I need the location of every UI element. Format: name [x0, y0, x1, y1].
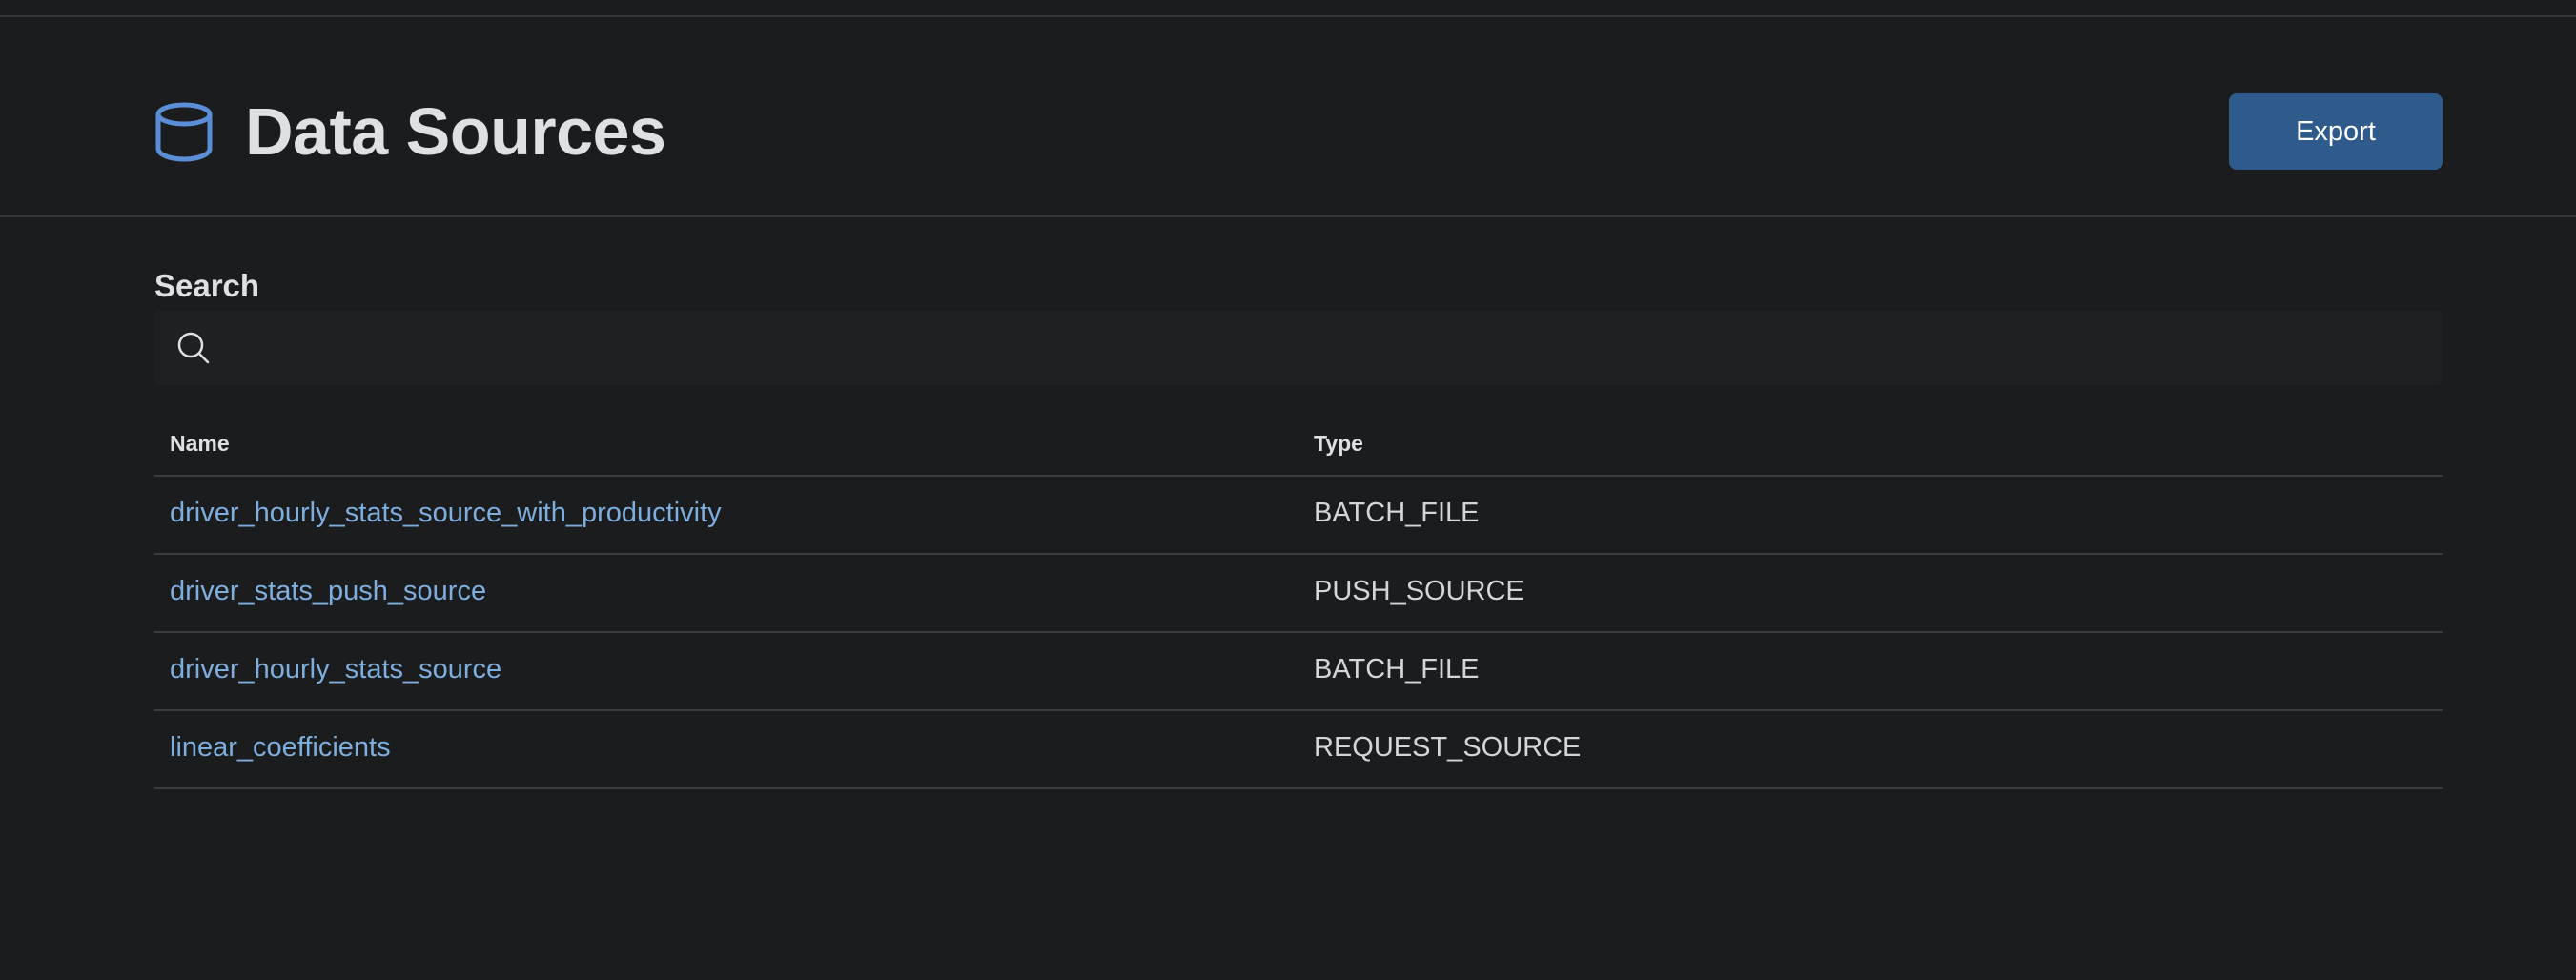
search-label: Search	[154, 268, 260, 303]
search-input[interactable]	[231, 311, 2427, 387]
data-sources-table: Name Type driver_hourly_stats_source_wit…	[154, 412, 2443, 789]
search-field[interactable]	[154, 311, 2443, 387]
table-header: Name Type	[154, 412, 2443, 477]
table-row: driver_hourly_stats_source_with_producti…	[154, 477, 2443, 555]
data-source-type: REQUEST_SOURCE	[1314, 732, 1582, 763]
data-source-link[interactable]: driver_hourly_stats_source	[170, 654, 501, 685]
data-source-link[interactable]: driver_hourly_stats_source_with_producti…	[170, 498, 722, 529]
data-source-link[interactable]: linear_coefficients	[170, 732, 391, 764]
data-source-type: BATCH_FILE	[1314, 498, 1480, 528]
column-header-name[interactable]: Name	[170, 431, 230, 457]
table-row: linear_coefficients REQUEST_SOURCE	[154, 711, 2443, 789]
page-title: Data Sources	[245, 94, 666, 169]
data-source-link[interactable]: driver_stats_push_source	[170, 576, 486, 607]
table-row: driver_hourly_stats_source BATCH_FILE	[154, 633, 2443, 711]
table-row: driver_stats_push_source PUSH_SOURCE	[154, 555, 2443, 633]
data-source-type: PUSH_SOURCE	[1314, 576, 1524, 606]
search-icon	[177, 332, 210, 364]
column-header-type[interactable]: Type	[1314, 431, 1363, 457]
header-divider	[0, 215, 2576, 217]
export-button[interactable]: Export	[2229, 93, 2443, 170]
database-icon	[155, 102, 213, 162]
data-source-type: BATCH_FILE	[1314, 654, 1480, 684]
